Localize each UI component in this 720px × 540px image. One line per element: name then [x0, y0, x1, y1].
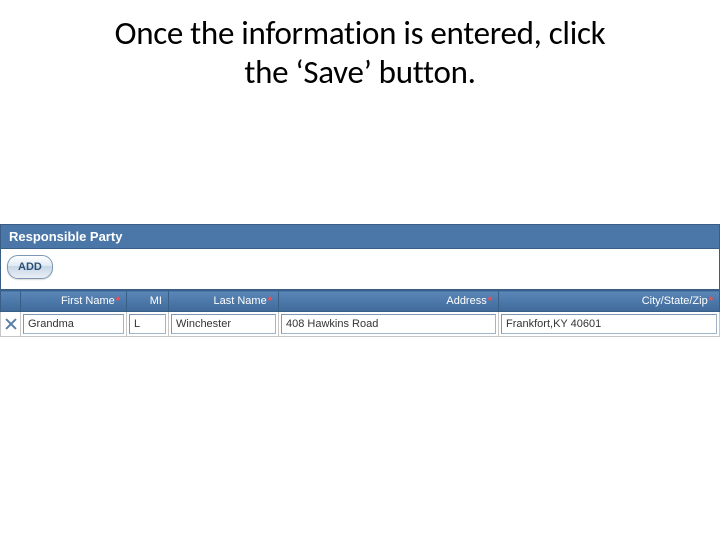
header-remove — [1, 291, 21, 312]
instruction-line1: Once the information is entered, click — [115, 13, 606, 53]
responsible-party-form: Responsible Party ADD First Name* MI Las… — [0, 224, 720, 337]
city-state-zip-field[interactable] — [501, 314, 717, 334]
header-city-state-zip-label: City/State/Zip — [642, 295, 708, 307]
remove-row-icon[interactable] — [3, 316, 19, 332]
cell-city-state-zip — [499, 312, 720, 337]
header-first-name-label: First Name — [61, 295, 115, 307]
last-name-field[interactable] — [171, 314, 276, 334]
required-mark: * — [115, 295, 120, 307]
required-mark: * — [267, 295, 272, 307]
cell-remove — [1, 312, 21, 337]
add-button-row: ADD — [0, 249, 720, 290]
first-name-field[interactable] — [23, 314, 124, 334]
header-mi: MI — [127, 291, 169, 312]
add-button[interactable]: ADD — [7, 255, 53, 279]
header-address-label: Address — [446, 295, 486, 307]
add-button-label: ADD — [18, 261, 42, 273]
header-first-name: First Name* — [21, 291, 127, 312]
instruction-text: Once the information is entered, click t… — [0, 14, 720, 92]
cell-first-name — [21, 312, 127, 337]
required-mark: * — [708, 295, 713, 307]
instruction-line2: the ‘Save’ button. — [244, 52, 475, 92]
header-mi-label: MI — [150, 295, 162, 307]
mi-field[interactable] — [129, 314, 166, 334]
header-city-state-zip: City/State/Zip* — [499, 291, 720, 312]
section-title: Responsible Party — [9, 229, 122, 244]
cell-mi — [127, 312, 169, 337]
section-header: Responsible Party — [0, 224, 720, 249]
cell-last-name — [169, 312, 279, 337]
address-field[interactable] — [281, 314, 496, 334]
responsible-party-table: First Name* MI Last Name* Address* City/… — [0, 290, 720, 337]
header-last-name-label: Last Name — [214, 295, 267, 307]
header-last-name: Last Name* — [169, 291, 279, 312]
table-header-row: First Name* MI Last Name* Address* City/… — [1, 291, 720, 312]
cell-address — [279, 312, 499, 337]
table-row — [1, 312, 720, 337]
required-mark: * — [487, 295, 492, 307]
header-address: Address* — [279, 291, 499, 312]
